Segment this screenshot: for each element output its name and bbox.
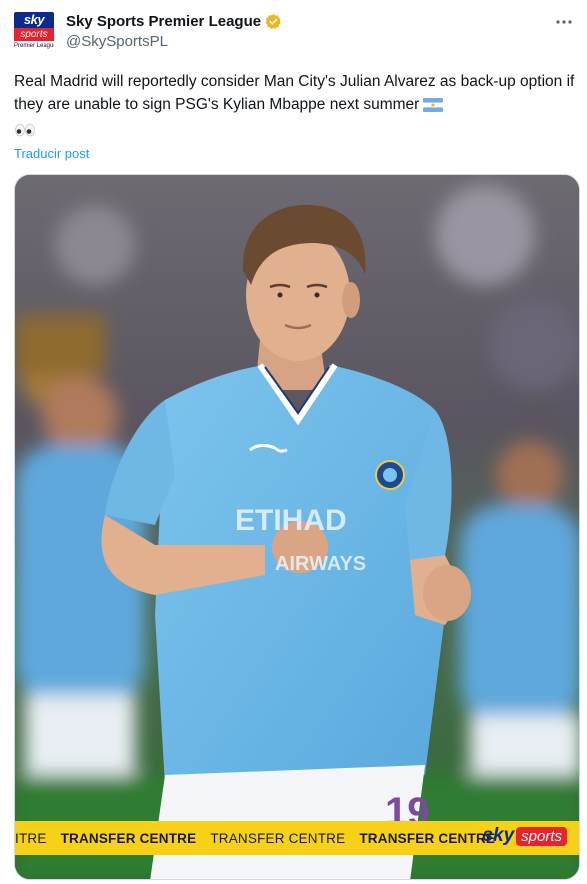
eyes-emoji-icon xyxy=(14,121,36,144)
media-image[interactable]: ETIHAD AIRWAYS 19 ITRE TRANSFER CENTRE T… xyxy=(14,174,580,880)
transfer-centre-banner: ITRE TRANSFER CENTRE TRANSFER CENTRE TRA… xyxy=(15,821,579,855)
sky-sports-logo: sky sports xyxy=(482,825,567,847)
author-handle[interactable]: @SkySportsPL xyxy=(66,33,168,50)
banner-item: ITRE xyxy=(15,830,47,846)
tweet-text: Real Madrid will reportedly consider Man… xyxy=(14,73,575,113)
player-photo: ETIHAD AIRWAYS 19 xyxy=(15,175,579,879)
svg-text:ETIHAD: ETIHAD xyxy=(235,504,347,537)
tweet-body: Real Madrid will reportedly consider Man… xyxy=(14,70,579,144)
banner-item: TRANSFER CENTRE xyxy=(210,830,346,846)
more-options-button[interactable] xyxy=(553,12,575,32)
svg-text:AIRWAYS: AIRWAYS xyxy=(275,553,366,575)
verified-badge-icon xyxy=(265,13,282,30)
argentina-flag-icon xyxy=(423,96,444,119)
avatar-sky-text: sky xyxy=(14,12,54,28)
avatar-sports-text: sports xyxy=(14,28,54,41)
logo-sky-text: sky xyxy=(482,825,515,846)
ellipsis-icon xyxy=(556,20,572,24)
tweet: sky sports Premier League Sky Sports Pre… xyxy=(0,0,587,884)
avatar[interactable]: sky sports Premier League xyxy=(14,12,54,52)
author-name-row: Sky Sports Premier League xyxy=(66,13,282,30)
author-display-name[interactable]: Sky Sports Premier League xyxy=(66,13,261,30)
translate-post-link[interactable]: Traducir post xyxy=(14,146,89,161)
avatar-league-text: Premier League xyxy=(14,41,54,52)
banner-item: TRANSFER CENTRE xyxy=(359,830,496,846)
banner-item: TRANSFER CENTRE xyxy=(60,830,197,846)
logo-sports-text: sports xyxy=(516,826,567,846)
